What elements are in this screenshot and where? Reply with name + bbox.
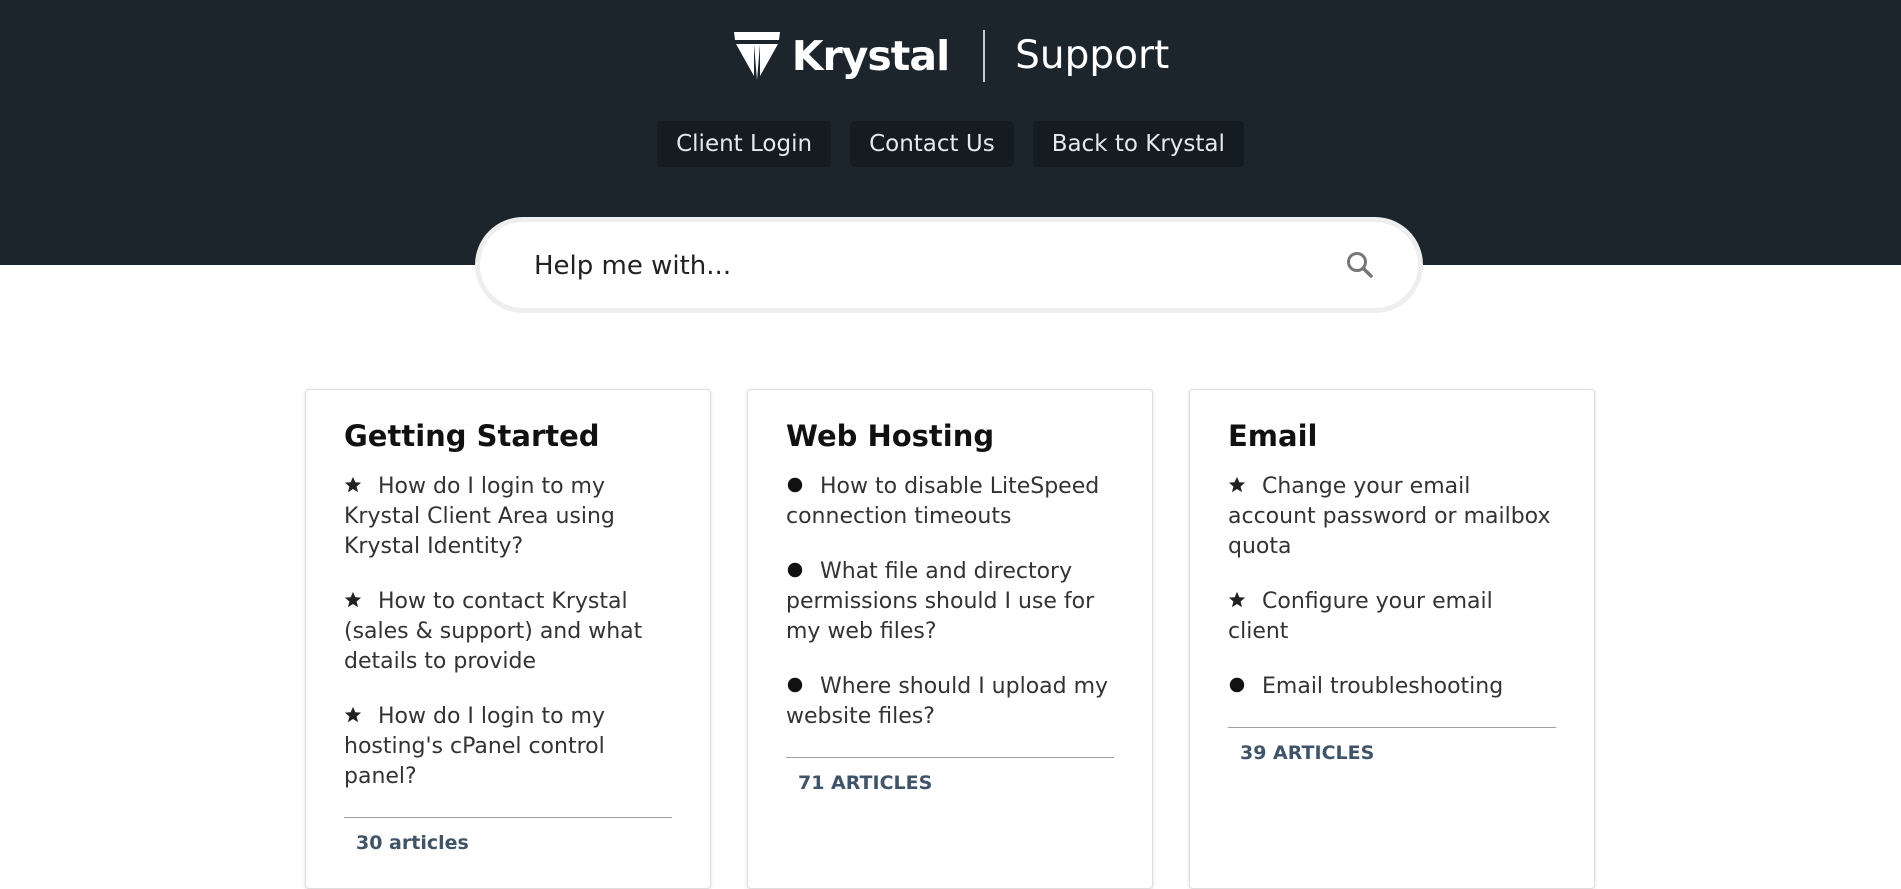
search-input[interactable] — [532, 222, 1296, 310]
brand-lockup[interactable]: Krystal Support — [0, 30, 1901, 82]
article-title: How do I login to my Krystal Client Area… — [344, 474, 615, 559]
article-link[interactable]: Where should I upload my website files? — [786, 672, 1114, 732]
star-icon — [1228, 591, 1246, 608]
article-link[interactable]: Configure your email client — [1228, 587, 1556, 647]
article-title: What file and directory permissions shou… — [786, 559, 1095, 644]
article-count-link[interactable]: 30 articles — [344, 817, 672, 854]
search-icon[interactable] — [1345, 250, 1375, 280]
star-icon — [1228, 476, 1246, 493]
category-title[interactable]: Getting Started — [344, 418, 672, 454]
krystal-logo-icon — [733, 32, 780, 80]
article-link[interactable]: Change your email account password or ma… — [1228, 472, 1556, 562]
article-link[interactable]: How to contact Krystal (sales & support)… — [344, 587, 672, 677]
category-card-email: Email Change your email account password… — [1189, 389, 1595, 889]
category-title[interactable]: Email — [1228, 418, 1556, 454]
star-icon — [344, 706, 362, 723]
article-title: How do I login to my hosting's cPanel co… — [344, 704, 606, 789]
star-icon — [344, 591, 362, 608]
category-card-web-hosting: Web Hosting How to disable LiteSpeed con… — [747, 389, 1153, 889]
dot-icon — [787, 562, 803, 578]
search-bar — [475, 217, 1423, 313]
dot-icon — [787, 477, 803, 493]
article-title: Where should I upload my website files? — [786, 674, 1109, 729]
top-nav: Client Login Contact Us Back to Krystal — [0, 121, 1901, 167]
category-title[interactable]: Web Hosting — [786, 418, 1114, 454]
client-login-button[interactable]: Client Login — [657, 121, 832, 167]
dot-icon — [1229, 677, 1245, 693]
article-link[interactable]: Email troubleshooting — [1228, 672, 1556, 702]
article-title: How to disable LiteSpeed connection time… — [786, 474, 1100, 529]
star-icon — [344, 476, 362, 493]
contact-us-button[interactable]: Contact Us — [850, 121, 1014, 167]
dot-icon — [787, 677, 803, 693]
article-title: Email troubleshooting — [1262, 674, 1504, 699]
article-link[interactable]: How do I login to my hosting's cPanel co… — [344, 702, 672, 792]
article-link[interactable]: How to disable LiteSpeed connection time… — [786, 472, 1114, 532]
article-link[interactable]: What file and directory permissions shou… — [786, 557, 1114, 647]
article-title: Change your email account password or ma… — [1228, 474, 1551, 559]
category-card-getting-started: Getting Started How do I login to my Kry… — [305, 389, 711, 889]
article-title: Configure your email client — [1228, 589, 1493, 644]
article-title: How to contact Krystal (sales & support)… — [344, 589, 643, 674]
brand-divider — [983, 30, 986, 82]
brand-name: Krystal — [791, 32, 950, 80]
article-count-link[interactable]: 39 ARTICLES — [1228, 727, 1556, 764]
back-to-krystal-button[interactable]: Back to Krystal — [1032, 121, 1244, 167]
article-link[interactable]: How do I login to my Krystal Client Area… — [344, 472, 672, 562]
article-count-link[interactable]: 71 ARTICLES — [786, 757, 1114, 794]
brand-section-title: Support — [1015, 33, 1170, 78]
